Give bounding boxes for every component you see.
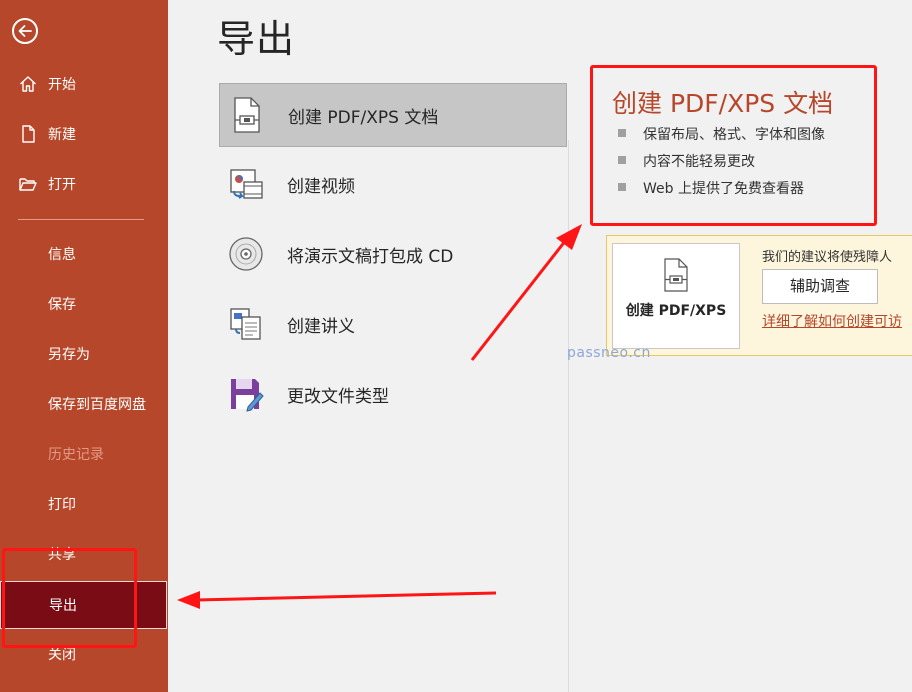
create-video-icon xyxy=(228,165,264,203)
sidebar-item-save[interactable]: 保存 xyxy=(0,284,168,324)
sidebar-item-label: 开始 xyxy=(48,77,76,93)
sidebar-item-info[interactable]: 信息 xyxy=(0,234,168,274)
sidebar-item-open[interactable]: 打开 xyxy=(0,164,168,204)
annotation-highlight-box xyxy=(590,65,877,226)
sidebar-item-print[interactable]: 打印 xyxy=(0,484,168,524)
sidebar-item-save-as[interactable]: 另存为 xyxy=(0,334,168,374)
sidebar-item-label: 新建 xyxy=(48,127,76,143)
create-pdf-xps-label: 创建 PDF/XPS xyxy=(625,303,727,319)
pdf-document-icon xyxy=(229,96,265,134)
sidebar-item-label: 保存 xyxy=(48,297,76,313)
sidebar-item-save-to-baidu[interactable]: 保存到百度网盘 xyxy=(0,384,168,424)
sidebar-item-new[interactable]: 新建 xyxy=(0,114,168,154)
sidebar-item-label: 另存为 xyxy=(48,347,90,363)
annotation-highlight-box xyxy=(2,548,137,648)
sidebar-item-home[interactable]: 开始 xyxy=(0,64,168,104)
handout-icon xyxy=(228,305,264,343)
page-title: 导出 xyxy=(217,17,296,61)
export-option-label: 创建 PDF/XPS 文档 xyxy=(288,107,439,128)
sidebar-item-label: 历史记录 xyxy=(48,447,104,463)
pdf-document-icon xyxy=(661,258,691,296)
export-option-label: 创建视频 xyxy=(287,176,355,197)
export-option-create-handouts[interactable]: 创建讲义 xyxy=(219,292,567,356)
home-icon xyxy=(18,74,38,94)
new-document-icon xyxy=(18,124,38,144)
accessibility-advice-text: 我们的建议将使残障人 xyxy=(762,250,893,265)
accessibility-survey-button[interactable]: 辅助调查 xyxy=(762,269,878,304)
export-option-create-pdf[interactable]: 创建 PDF/XPS 文档 xyxy=(219,83,567,147)
export-option-change-file-type[interactable]: 更改文件类型 xyxy=(219,362,567,426)
watermark: passneo.cn xyxy=(567,345,651,361)
save-file-type-icon xyxy=(228,375,264,413)
export-option-label: 将演示文稿打包成 CD xyxy=(287,246,454,267)
back-arrow-icon[interactable] xyxy=(12,18,38,44)
sidebar-item-label: 打开 xyxy=(48,177,76,193)
annotation-arrowhead xyxy=(177,591,200,609)
sidebar-item-label: 打印 xyxy=(48,497,76,513)
sidebar-divider xyxy=(18,219,144,220)
export-option-package-cd[interactable]: 将演示文稿打包成 CD xyxy=(219,222,567,286)
export-option-label: 更改文件类型 xyxy=(287,386,389,407)
annotation-arrow xyxy=(195,591,497,602)
sidebar-item-label: 信息 xyxy=(48,247,76,263)
sidebar-item-history: 历史记录 xyxy=(0,434,168,474)
export-option-create-video[interactable]: 创建视频 xyxy=(219,152,567,216)
export-option-label: 创建讲义 xyxy=(287,316,355,337)
cd-disc-icon xyxy=(228,235,264,273)
sidebar-item-label: 保存到百度网盘 xyxy=(48,397,146,413)
panel-divider xyxy=(568,140,569,692)
create-pdf-xps-button[interactable]: 创建 PDF/XPS xyxy=(612,243,740,349)
learn-more-link[interactable]: 详细了解如何创建可访 xyxy=(762,311,902,331)
folder-open-icon xyxy=(18,174,38,194)
